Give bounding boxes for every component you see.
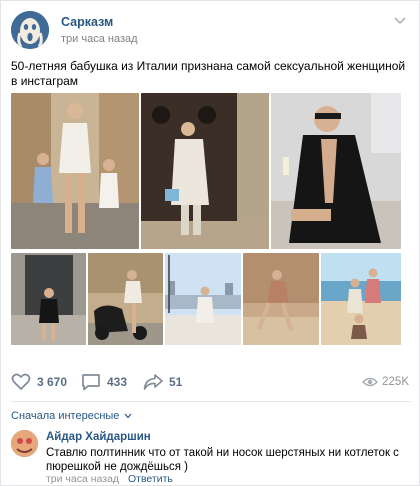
comment-button[interactable]: 433	[81, 372, 127, 392]
photo-4[interactable]	[11, 253, 86, 345]
photo-2[interactable]	[141, 93, 269, 249]
post-time[interactable]: три часа назад	[61, 33, 138, 45]
comment-count: 433	[107, 375, 128, 389]
eye-icon	[362, 377, 379, 387]
commenter-avatar[interactable]	[11, 430, 38, 457]
share-button[interactable]: 51	[143, 372, 182, 392]
comment-author[interactable]: Айдар Хайдаршин	[46, 431, 151, 443]
share-count: 51	[169, 375, 183, 389]
photo-8[interactable]	[321, 253, 401, 345]
comment-time[interactable]: три часа назад	[46, 473, 119, 485]
photo-1[interactable]	[11, 93, 139, 249]
photo-5[interactable]	[88, 253, 163, 345]
comment-text: Ставлю полтинник что от такой ни носок ш…	[46, 447, 399, 473]
post-text: 50-летняя бабушка из Италии признана сам…	[11, 59, 406, 88]
post-header: Сарказм три часа назад	[11, 11, 411, 49]
views-counter: 225K	[362, 373, 409, 391]
group-avatar[interactable]	[11, 11, 49, 49]
view-count: 225K	[382, 376, 409, 388]
divider	[11, 401, 411, 402]
group-name[interactable]: Сарказм	[61, 15, 113, 29]
comments-sort-label: Сначала интересные	[11, 410, 120, 422]
chevron-down-icon[interactable]	[393, 15, 407, 27]
like-button[interactable]: 3 670	[11, 372, 67, 392]
photo-6[interactable]	[165, 253, 241, 345]
share-icon	[143, 374, 163, 390]
photo-7[interactable]	[243, 253, 319, 345]
post-card: Сарказм три часа назад 50-летняя бабушка…	[0, 0, 420, 486]
post-actions: 3 670 433 51 225K	[11, 371, 411, 393]
comment-icon	[82, 374, 100, 391]
like-count: 3 670	[37, 375, 68, 389]
comments-sort-toggle[interactable]: Сначала интересные	[11, 410, 132, 422]
photo-3[interactable]	[271, 93, 401, 249]
avatar-image	[11, 430, 38, 457]
scream-face-icon	[11, 11, 49, 49]
comment-meta: три часа назад Ответить	[46, 473, 173, 485]
chevron-down-icon	[125, 413, 132, 419]
reply-button[interactable]: Ответить	[128, 473, 173, 485]
heart-icon	[11, 373, 31, 390]
